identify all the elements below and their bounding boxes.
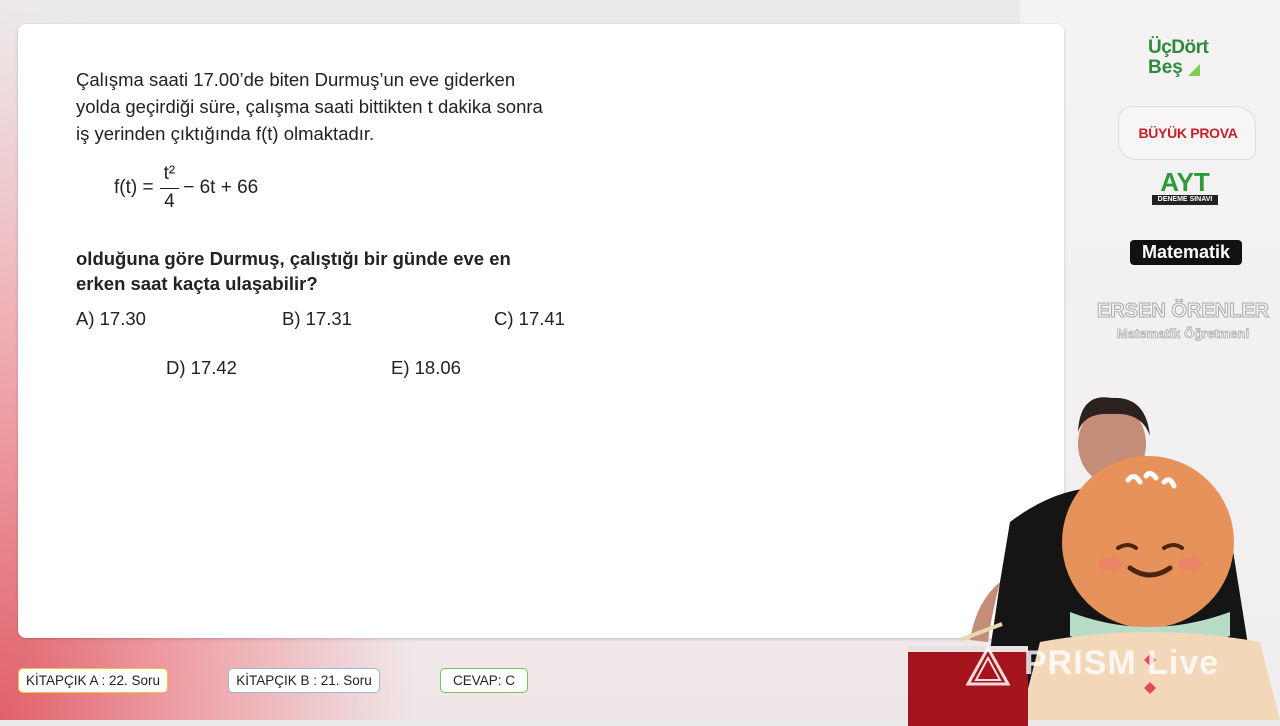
- formula-lhs: f(t) =: [114, 177, 154, 198]
- booklet-a-badge: KİTAPÇIK A : 22. Soru: [18, 668, 168, 693]
- option-b[interactable]: B) 17.31: [282, 308, 352, 330]
- exam-sublabel: DENEME SINAVI: [1152, 195, 1218, 205]
- exam-label: AYT: [1160, 167, 1210, 197]
- prompt-line: erken saat kaçta ulaşabilir?: [76, 273, 318, 294]
- prova-label: BÜYÜK PROVA: [1138, 125, 1238, 141]
- brand-triangle-icon: [1188, 64, 1200, 76]
- option-a[interactable]: A) 17.30: [76, 308, 146, 330]
- formula-denominator: 4: [164, 191, 175, 212]
- prism-live-label: PRISM Live: [1024, 644, 1220, 682]
- question-line: Çalışma saati 17.00’de biten Durmuş’un e…: [76, 69, 516, 90]
- question-prompt: olduğuna göre Durmuş, çalıştığı bir günd…: [76, 246, 596, 296]
- brand-logo: ÜçDört Beş: [1148, 38, 1228, 80]
- prompt-line: olduğuna göre Durmuş, çalıştığı bir günd…: [76, 248, 511, 269]
- function-formula: f(t) = t² 4 − 6t + 66: [114, 158, 258, 218]
- option-c[interactable]: C) 17.41: [494, 308, 565, 330]
- booklet-b-badge: KİTAPÇIK B : 21. Soru: [228, 668, 380, 693]
- prism-logo-icon: [966, 646, 1010, 686]
- teacher-name: ERSEN ÖRENLER: [1096, 300, 1270, 323]
- answer-badge: CEVAP: C: [440, 668, 528, 693]
- teacher-title: Matematik Öğretmeni: [1116, 326, 1250, 342]
- brand-line1: ÜçDört: [1148, 37, 1209, 58]
- question-line: yolda geçirdiği süre, çalışma saati bitt…: [76, 96, 543, 117]
- option-e[interactable]: E) 18.06: [391, 357, 461, 379]
- mascot-head: [1062, 456, 1234, 628]
- formula-fraction: t² 4: [159, 163, 180, 213]
- option-d[interactable]: D) 17.42: [166, 357, 237, 379]
- formula-numerator: t²: [159, 163, 180, 189]
- question-text: Çalışma saati 17.00’de biten Durmuş’un e…: [76, 66, 616, 147]
- question-line: iş yerinden çıktığında f(t) olmaktadır.: [76, 123, 375, 144]
- formula-rest: − 6t + 66: [183, 177, 259, 198]
- subject-badge: Matematik: [1130, 240, 1242, 265]
